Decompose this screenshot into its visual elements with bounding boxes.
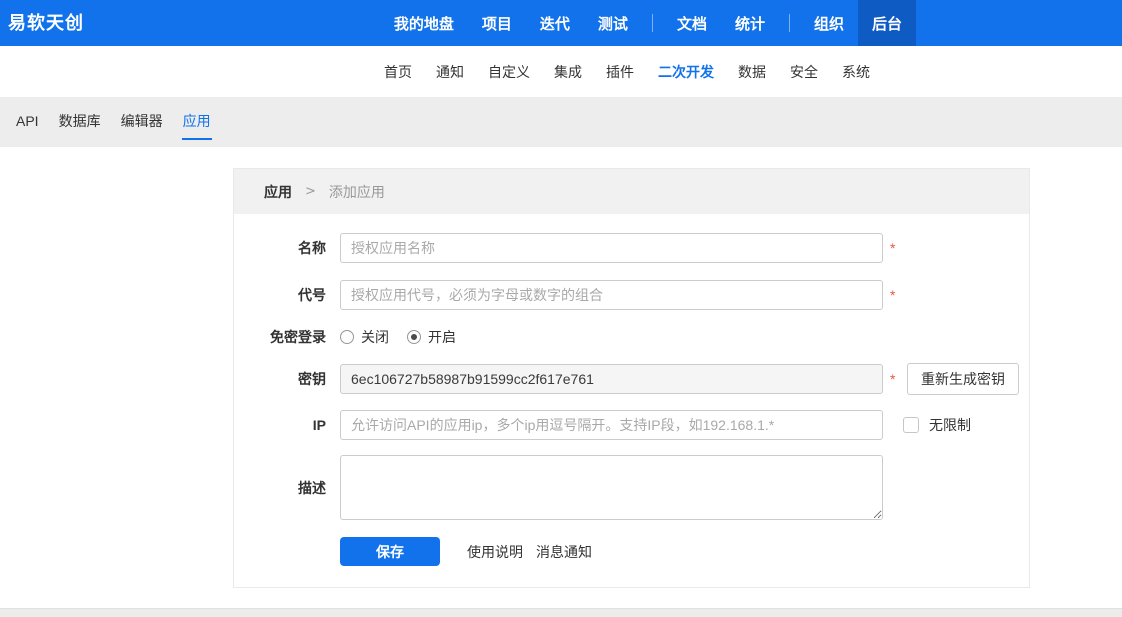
unlimited-checkbox[interactable] — [903, 417, 919, 433]
topnav-item-iteration[interactable]: 迭代 — [526, 0, 584, 46]
tab-database[interactable]: 数据库 — [58, 104, 102, 140]
top-nav: 我的地盘 项目 迭代 测试 文档 统计 组织 后台 — [380, 0, 1122, 46]
breadcrumb-separator-icon: > — [305, 184, 316, 199]
admin-menubar: 首页 通知 自定义 集成 插件 二次开发 数据 安全 系统 — [0, 46, 1122, 97]
name-input[interactable] — [340, 233, 883, 263]
form-row-code: 代号 * — [234, 280, 1029, 310]
usage-guide-link[interactable]: 使用说明 — [467, 542, 523, 562]
tab-editor[interactable]: 编辑器 — [120, 104, 164, 140]
menu-item-custom[interactable]: 自定义 — [476, 62, 542, 82]
tab-api[interactable]: API — [15, 106, 40, 138]
breadcrumb: 应用 > 添加应用 — [234, 169, 1029, 214]
breadcrumb-current: 添加应用 — [329, 182, 385, 202]
topnav-item-test[interactable]: 测试 — [584, 0, 642, 46]
menu-item-home[interactable]: 首页 — [372, 62, 424, 82]
secret-label: 密钥 — [234, 369, 326, 389]
radio-on[interactable] — [407, 330, 421, 344]
menu-item-security[interactable]: 安全 — [778, 62, 830, 82]
tab-application[interactable]: 应用 — [182, 104, 212, 140]
radio-off-label[interactable]: 关闭 — [361, 327, 389, 347]
secret-input[interactable] — [340, 364, 883, 394]
ip-input[interactable] — [340, 410, 883, 440]
form-actions: 保存 使用说明 消息通知 — [234, 537, 1029, 566]
desc-label: 描述 — [234, 478, 326, 498]
name-label: 名称 — [234, 238, 326, 258]
topnav-item-org[interactable]: 组织 — [800, 0, 858, 46]
breadcrumb-parent[interactable]: 应用 — [264, 182, 292, 202]
topnav-item-doc[interactable]: 文档 — [663, 0, 721, 46]
sub-tabsbar: API 数据库 编辑器 应用 — [0, 97, 1122, 147]
topnav-item-stats[interactable]: 统计 — [721, 0, 779, 46]
form-row-name: 名称 * — [234, 233, 1029, 263]
footer-strip — [0, 608, 1122, 617]
code-label: 代号 — [234, 285, 326, 305]
nav-divider — [789, 14, 790, 32]
form-row-desc: 描述 — [234, 455, 1029, 520]
topbar: 易软天创 我的地盘 项目 迭代 测试 文档 统计 组织 后台 — [0, 0, 1122, 46]
add-application-panel: 应用 > 添加应用 名称 * 代号 * 免密登录 关闭 — [233, 168, 1030, 588]
message-notify-link[interactable]: 消息通知 — [536, 542, 592, 562]
menu-item-dev[interactable]: 二次开发 — [646, 62, 726, 82]
application-form: 名称 * 代号 * 免密登录 关闭 开启 密钥 — [234, 214, 1029, 566]
form-row-free-login: 免密登录 关闭 开启 — [234, 327, 1029, 347]
free-login-label: 免密登录 — [234, 327, 326, 347]
unlimited-checkbox-label[interactable]: 无限制 — [929, 415, 971, 435]
form-row-secret: 密钥 * 重新生成密钥 — [234, 363, 1029, 395]
description-textarea[interactable] — [340, 455, 883, 520]
menu-item-data[interactable]: 数据 — [726, 62, 778, 82]
required-asterisk: * — [890, 287, 898, 303]
ip-label: IP — [234, 417, 326, 433]
brand-logo: 易软天创 — [0, 0, 84, 46]
nav-divider — [652, 14, 653, 32]
menu-item-system[interactable]: 系统 — [830, 62, 882, 82]
regenerate-secret-button[interactable]: 重新生成密钥 — [907, 363, 1019, 395]
topnav-item-admin[interactable]: 后台 — [858, 0, 916, 46]
menu-item-integration[interactable]: 集成 — [542, 62, 594, 82]
form-row-ip: IP 无限制 — [234, 410, 1029, 440]
menu-item-notice[interactable]: 通知 — [424, 62, 476, 82]
required-asterisk: * — [890, 240, 898, 256]
radio-on-label[interactable]: 开启 — [428, 327, 456, 347]
save-button[interactable]: 保存 — [340, 537, 440, 566]
required-asterisk: * — [890, 371, 898, 387]
menu-item-plugin[interactable]: 插件 — [594, 62, 646, 82]
code-input[interactable] — [340, 280, 883, 310]
radio-off[interactable] — [340, 330, 354, 344]
topnav-item-project[interactable]: 项目 — [468, 0, 526, 46]
topnav-item-my[interactable]: 我的地盘 — [380, 0, 468, 46]
